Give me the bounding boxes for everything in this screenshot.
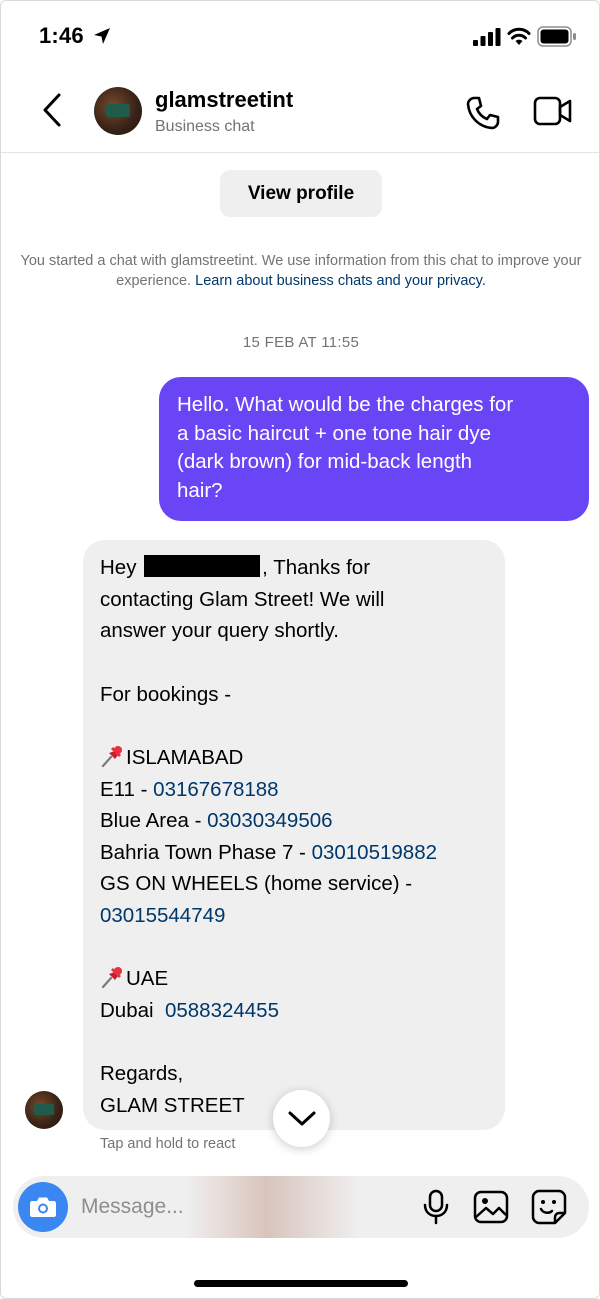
sent-message-bubble[interactable]: Hello. What would be the charges for a b… <box>159 377 589 521</box>
home-indicator[interactable] <box>194 1280 408 1287</box>
branch-label: E11 - <box>100 777 154 801</box>
phone-link[interactable]: 03010519882 <box>312 841 437 864</box>
message-input[interactable] <box>81 1186 401 1228</box>
contact-avatar[interactable] <box>94 87 142 135</box>
phone-icon <box>466 96 500 130</box>
message-line: Blue Area - 03030349506 <box>100 805 495 837</box>
gallery-button[interactable] <box>473 1190 509 1224</box>
regards-text: Regards, <box>100 1062 184 1085</box>
message-line: contacting Glam Street! We will <box>100 587 385 611</box>
scroll-to-bottom-button[interactable] <box>273 1090 330 1147</box>
location-arrow-icon <box>94 28 110 44</box>
chevron-left-icon <box>43 93 61 127</box>
video-camera-icon <box>533 96 572 126</box>
bookings-heading: For bookings - <box>100 682 232 706</box>
back-button[interactable] <box>37 91 71 129</box>
branch-label: Dubai <box>100 998 165 1022</box>
pushpin-icon <box>101 746 122 768</box>
voice-call-button[interactable] <box>465 95 501 131</box>
tap-hold-hint: Tap and hold to react <box>100 1136 236 1152</box>
chevron-down-icon <box>288 1111 315 1125</box>
contact-subtitle: Business chat <box>155 118 255 135</box>
branch-label: Blue Area - <box>100 809 208 832</box>
camera-button[interactable] <box>18 1182 68 1232</box>
video-call-button[interactable] <box>533 95 573 127</box>
sender-avatar[interactable] <box>25 1091 63 1129</box>
message-line: E11 - 03167678188 <box>100 774 495 806</box>
sticker-icon <box>531 1189 567 1225</box>
message-line: Bahria Town Phase 7 - 03010519882 <box>100 837 495 869</box>
phone-link[interactable]: 03167678188 <box>153 778 278 801</box>
message-line: UAE <box>100 963 495 995</box>
chat-header: glamstreetint Business chat <box>1 71 599 153</box>
sent-message-line: hair? <box>177 478 223 502</box>
microphone-icon <box>423 1189 449 1225</box>
chat-screen: 1:46 glamstreetint Business chat View pr… <box>0 0 600 1299</box>
message-line: ISLAMABAD <box>100 742 495 774</box>
status-time: 1:46 <box>39 23 84 48</box>
business-chat-privacy-note: You started a chat with glamstreetint. W… <box>11 251 591 291</box>
view-profile-button[interactable]: View profile <box>220 170 382 217</box>
phone-link[interactable]: 03030349506 <box>207 809 332 832</box>
phone-link[interactable]: 03015544749 <box>100 904 225 927</box>
message-line: Hey , Thanks for <box>100 552 495 584</box>
uae-heading: UAE <box>126 967 169 990</box>
cellular-signal-icon <box>473 28 501 46</box>
status-bar: 1:46 <box>1 1 599 71</box>
branch-label: GS ON WHEELS (home service) - <box>100 872 413 895</box>
camera-icon <box>30 1197 56 1217</box>
phone-link[interactable]: 0588324455 <box>165 999 279 1022</box>
message-composer <box>13 1176 589 1238</box>
sent-message-line: (dark brown) for mid-back length <box>177 450 473 474</box>
islamabad-heading: ISLAMABAD <box>126 746 244 769</box>
message-line: answer your query shortly. <box>100 619 339 642</box>
redacted-name <box>144 555 261 577</box>
sent-message-line: a basic haircut + one tone hair dye <box>177 421 491 445</box>
pushpin-icon <box>101 967 122 989</box>
greeting-text: Hey <box>100 556 137 579</box>
branch-label: Bahria Town Phase 7 - <box>100 840 312 864</box>
contact-name[interactable]: glamstreetint <box>155 87 293 113</box>
sent-message-line: Hello. What would be the charges for <box>177 393 514 416</box>
wifi-icon <box>507 27 531 45</box>
date-separator: 15 FEB AT 11:55 <box>242 334 360 351</box>
message-line: Dubai 0588324455 <box>100 995 495 1027</box>
privacy-info-link[interactable]: Learn about business chats and your priv… <box>195 273 486 289</box>
greeting-text-continued: , Thanks for <box>262 556 371 579</box>
received-message-bubble[interactable]: Hey , Thanks for contacting Glam Street!… <box>83 540 505 1130</box>
image-gallery-icon <box>473 1190 509 1224</box>
battery-icon <box>537 26 576 47</box>
sticker-button[interactable] <box>531 1189 567 1225</box>
message-line: 03015544749 <box>100 900 495 932</box>
microphone-button[interactable] <box>421 1189 451 1225</box>
